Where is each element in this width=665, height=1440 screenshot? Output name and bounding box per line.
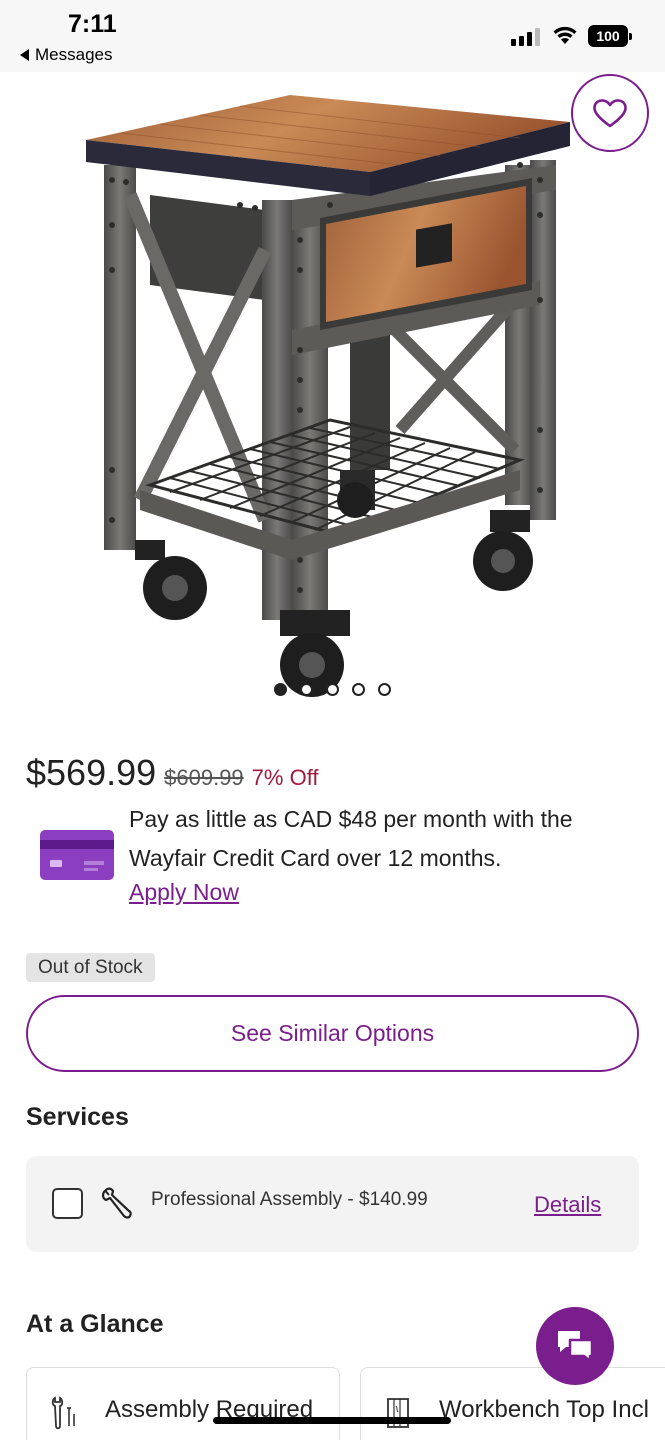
- carousel-dot[interactable]: [378, 683, 391, 696]
- status-time: 7:11: [68, 10, 117, 38]
- chat-bubbles-icon: [558, 1331, 594, 1363]
- glance-label: Workbench Top Incl: [439, 1396, 649, 1423]
- financing-text: Pay as little as CAD $48 per month with …: [129, 806, 573, 871]
- service-label: Professional Assembly - $140.99: [151, 1189, 428, 1210]
- cellular-signal-icon: [511, 26, 540, 46]
- service-assembly-row: Professional Assembly - $140.99 Details: [26, 1156, 639, 1252]
- glance-card-assembly[interactable]: Assembly Required: [26, 1367, 340, 1440]
- price-row: $569.99 $609.99 7% Off: [26, 752, 319, 794]
- home-indicator[interactable]: [213, 1417, 451, 1424]
- service-details-link[interactable]: Details: [534, 1192, 601, 1218]
- stock-status-badge: Out of Stock: [26, 953, 155, 982]
- status-bar: 7:11 Messages 100: [0, 0, 665, 72]
- back-label: Messages: [35, 45, 113, 64]
- favorite-button[interactable]: [571, 74, 649, 152]
- credit-card-icon: [40, 830, 114, 880]
- carousel-dot[interactable]: [352, 683, 365, 696]
- wrench-icon: [100, 1187, 134, 1226]
- image-carousel-dots[interactable]: [274, 683, 391, 696]
- chat-button[interactable]: [536, 1307, 614, 1385]
- carousel-dot[interactable]: [326, 683, 339, 696]
- wood-panel-icon: [385, 1396, 411, 1435]
- heart-icon: [593, 99, 627, 128]
- apply-now-link[interactable]: Apply Now: [129, 879, 239, 906]
- carousel-dot[interactable]: [274, 683, 287, 696]
- product-image[interactable]: [0, 72, 665, 704]
- back-to-messages[interactable]: Messages: [20, 45, 112, 65]
- see-similar-options-button[interactable]: See Similar Options: [26, 995, 639, 1072]
- services-title: Services: [26, 1103, 129, 1131]
- tools-icon: [51, 1396, 81, 1435]
- back-arrow-icon: [20, 49, 29, 61]
- glance-card-workbench-top[interactable]: Workbench Top Incl: [360, 1367, 665, 1440]
- discount-label: 7% Off: [251, 765, 319, 790]
- sale-price: $569.99: [26, 752, 157, 793]
- assembly-checkbox[interactable]: [52, 1188, 83, 1219]
- original-price: $609.99: [164, 765, 244, 790]
- battery-icon: 100: [588, 25, 632, 47]
- carousel-dot[interactable]: [300, 683, 313, 696]
- at-a-glance-title: At a Glance: [26, 1310, 164, 1338]
- wifi-icon: [551, 24, 579, 51]
